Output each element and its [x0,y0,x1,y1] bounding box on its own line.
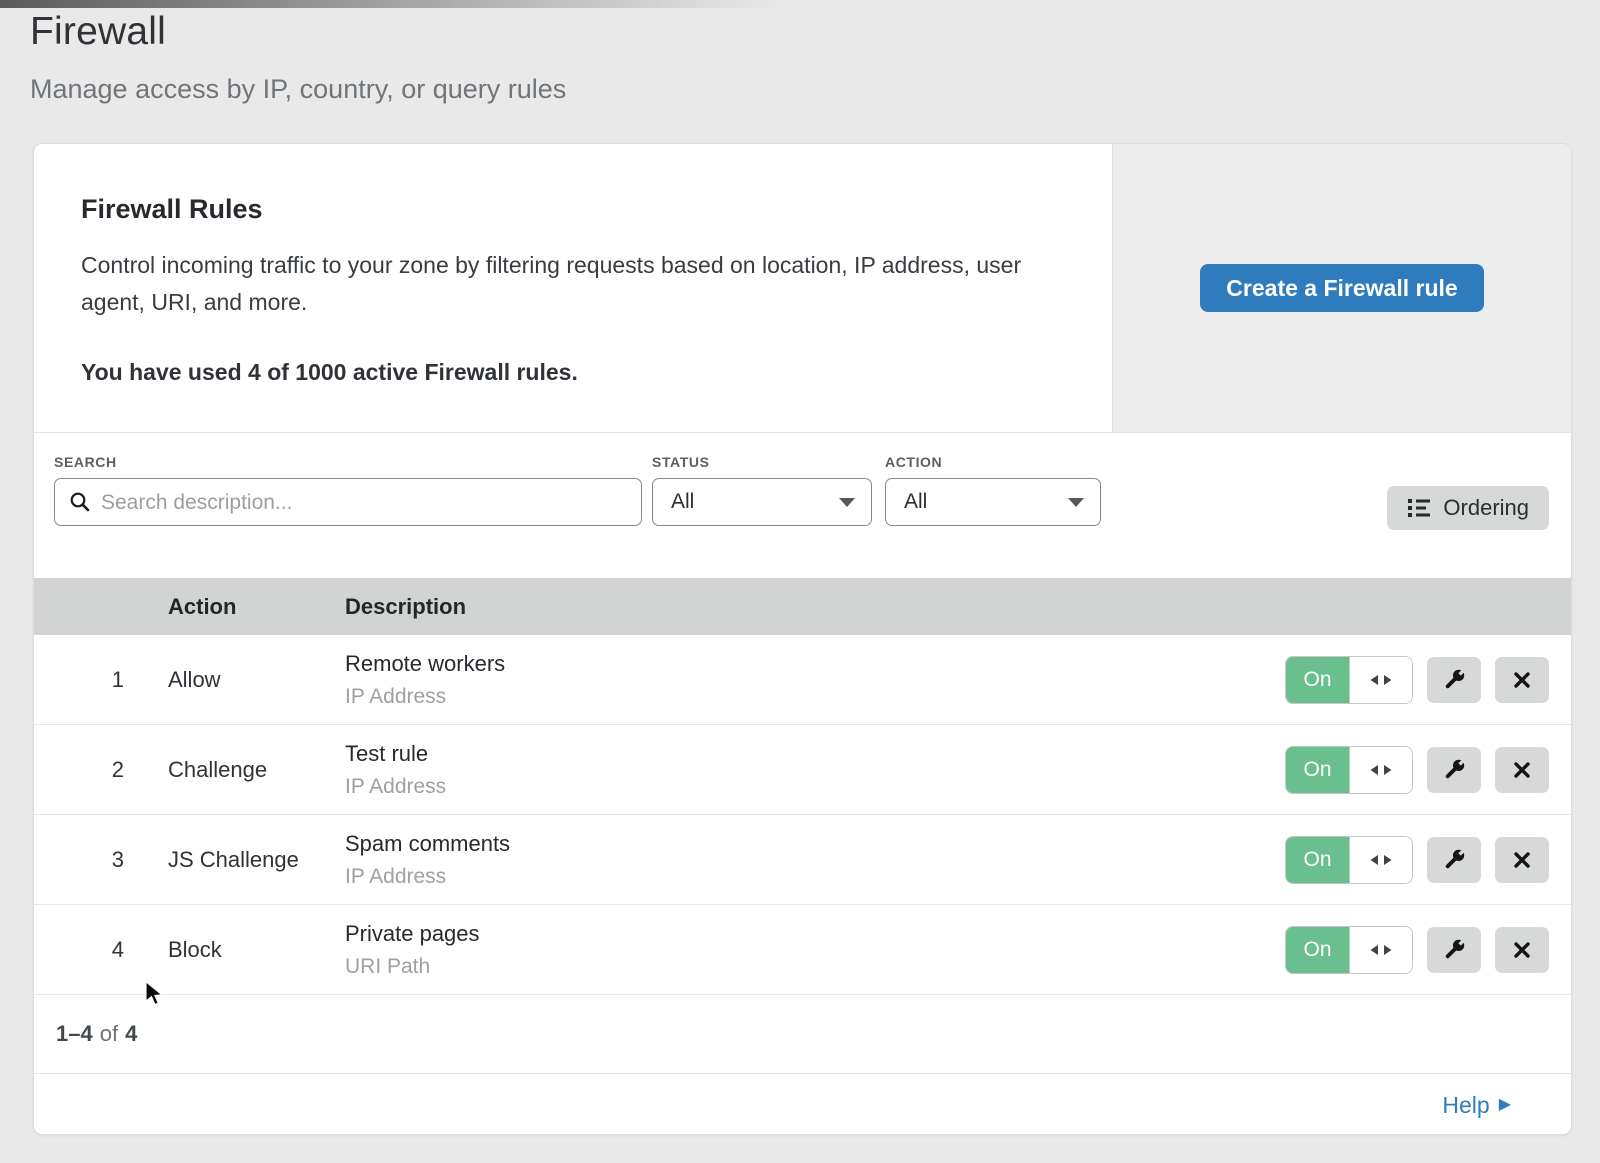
description-column-header: Description [345,594,1571,620]
edit-rule-button[interactable] [1427,927,1481,973]
toggle-on-label: On [1286,927,1349,973]
edit-rule-button[interactable] [1427,747,1481,793]
rule-controls: On [1285,926,1549,974]
action-select[interactable]: All [885,478,1101,526]
rule-priority: 2 [34,757,124,783]
page-subtitle: Manage access by IP, country, or query r… [30,74,566,105]
pagination: 1–4 of 4 [34,995,1571,1073]
page-title: Firewall [30,10,566,54]
intro-section: Firewall Rules Control incoming traffic … [34,144,1571,433]
rule-controls: On [1285,746,1549,794]
wrench-icon [1441,937,1467,963]
rule-action: Allow [168,667,345,693]
status-selected-value: All [671,490,694,514]
action-label: ACTION [885,454,1101,470]
help-link[interactable]: Help ▶ [1442,1092,1511,1119]
firewall-page: Firewall Manage access by IP, country, o… [0,0,1600,1163]
search-filter: SEARCH [54,454,642,526]
pagination-range: 1–4 [56,1021,93,1047]
x-icon [1510,758,1534,782]
rule-controls: On [1285,656,1549,704]
action-selected-value: All [904,490,927,514]
rule-description: Test rule [345,741,1285,767]
toggle-on-label: On [1286,747,1349,793]
rule-description: Private pages [345,921,1285,947]
x-icon [1510,848,1534,872]
search-icon [69,491,91,513]
edit-rule-button[interactable] [1427,657,1481,703]
wrench-icon [1441,667,1467,693]
intro-text: Firewall Rules Control incoming traffic … [34,144,1112,432]
intro-action-panel: Create a Firewall rule [1112,144,1571,432]
table-row: 4 Block Private pages URI Path On [34,905,1571,995]
usage-note: You have used 4 of 1000 active Firewall … [81,354,1031,391]
search-label: SEARCH [54,454,642,470]
rule-description-cell: Spam comments IP Address [345,831,1285,889]
rule-enabled-toggle[interactable]: On [1285,926,1413,974]
card-footer: Help ▶ [34,1073,1571,1135]
rule-action: JS Challenge [168,847,345,873]
delete-rule-button[interactable] [1495,927,1549,973]
rule-match-type: URI Path [345,955,1285,979]
rule-controls: On [1285,836,1549,884]
delete-rule-button[interactable] [1495,657,1549,703]
action-filter: ACTION All [885,454,1101,526]
search-field-wrapper [54,478,642,526]
capture-edge-top [0,0,780,8]
ordered-list-icon [1407,497,1431,519]
status-filter: STATUS All [652,454,872,526]
rule-description: Remote workers [345,651,1285,677]
page-header: Firewall Manage access by IP, country, o… [30,10,566,105]
table-row: 3 JS Challenge Spam comments IP Address … [34,815,1571,905]
pagination-of: of [100,1021,118,1047]
caret-down-icon [1068,498,1084,507]
wrench-icon [1441,847,1467,873]
rule-match-type: IP Address [345,685,1285,709]
rule-priority: 4 [34,937,124,963]
left-right-arrows-icon [1349,657,1412,703]
left-right-arrows-icon [1349,927,1412,973]
toggle-on-label: On [1286,657,1349,703]
ordering-button[interactable]: Ordering [1387,486,1549,530]
card-heading: Firewall Rules [81,194,1072,225]
rule-enabled-toggle[interactable]: On [1285,836,1413,884]
status-select[interactable]: All [652,478,872,526]
create-firewall-rule-button[interactable]: Create a Firewall rule [1200,264,1483,312]
table-row: 2 Challenge Test rule IP Address On [34,725,1571,815]
rule-action: Block [168,937,345,963]
left-right-arrows-icon [1349,837,1412,883]
rule-description: Spam comments [345,831,1285,857]
x-icon [1510,668,1534,692]
rule-enabled-toggle[interactable]: On [1285,656,1413,704]
rule-priority: 3 [34,847,124,873]
status-label: STATUS [652,454,872,470]
left-right-arrows-icon [1349,747,1412,793]
rule-enabled-toggle[interactable]: On [1285,746,1413,794]
rule-description-cell: Remote workers IP Address [345,651,1285,709]
wrench-icon [1441,757,1467,783]
pagination-total: 4 [125,1021,137,1047]
ordering-button-label: Ordering [1443,495,1529,521]
firewall-rules-card: Firewall Rules Control incoming traffic … [33,143,1572,1135]
rule-match-type: IP Address [345,775,1285,799]
rule-action: Challenge [168,757,345,783]
delete-rule-button[interactable] [1495,837,1549,883]
rule-priority: 1 [34,667,124,693]
rule-match-type: IP Address [345,865,1285,889]
search-input[interactable] [99,479,633,527]
table-row: 1 Allow Remote workers IP Address On [34,635,1571,725]
rule-description-cell: Test rule IP Address [345,741,1285,799]
toggle-on-label: On [1286,837,1349,883]
rule-description-cell: Private pages URI Path [345,921,1285,979]
help-label: Help [1442,1092,1489,1119]
filters-bar: SEARCH STATUS All ACTION [34,433,1571,578]
caret-down-icon [839,498,855,507]
x-icon [1510,938,1534,962]
card-description: Control incoming traffic to your zone by… [81,247,1031,321]
action-column-header: Action [168,594,345,620]
table-header: Action Description [34,578,1571,635]
edit-rule-button[interactable] [1427,837,1481,883]
delete-rule-button[interactable] [1495,747,1549,793]
arrow-right-icon: ▶ [1499,1097,1511,1113]
